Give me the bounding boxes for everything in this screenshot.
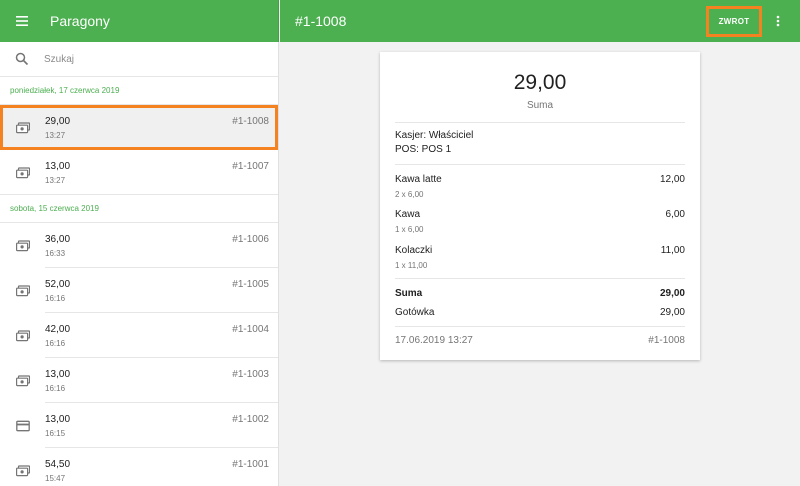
date-header: sobota, 15 czerwca 2019 — [0, 195, 278, 223]
cash-icon — [16, 121, 31, 134]
sum-label: Suma — [395, 288, 423, 299]
receipt-list-item[interactable]: 13,00 13:27 #1-1007 — [0, 150, 278, 195]
receipt-amount: 13,00 — [45, 161, 71, 172]
search-input[interactable] — [44, 53, 244, 65]
receipt-list-item[interactable]: 13,00 16:16 #1-1003 — [0, 358, 278, 403]
receipt-number: #1-1003 — [232, 369, 269, 380]
receipt-amount: 54,50 — [45, 459, 71, 470]
receipt-amount: 29,00 — [45, 116, 71, 127]
cash-icon — [16, 239, 31, 252]
receipt-list-panel: poniedziałek, 17 czerwca 2019 29,00 13:27 #… — [0, 42, 279, 486]
receipt-datetime: 17.06.2019 13:27 — [395, 335, 473, 346]
receipt-total-amount: 29,00 — [513, 71, 567, 94]
search-icon[interactable] — [15, 52, 29, 66]
item-price: 11,00 — [660, 245, 685, 256]
item-qty: 1 x 11,00 — [395, 261, 428, 270]
divider — [395, 326, 685, 327]
item-name: Kawa latte — [395, 174, 442, 185]
receipt-amount: 36,00 — [45, 234, 71, 245]
receipt-time: 16:33 — [45, 249, 66, 258]
receipt-time: 16:16 — [45, 294, 66, 303]
receipt-list-item[interactable]: 52,00 16:16 #1-1005 — [0, 268, 278, 313]
item-name: Kawa — [395, 209, 421, 220]
receipt-number: #1-1006 — [232, 234, 269, 245]
cash-icon — [16, 374, 31, 387]
divider — [395, 122, 685, 123]
receipt-list-item[interactable]: 42,00 16:16 #1-1004 — [0, 313, 278, 358]
divider — [0, 194, 278, 195]
receipt-amount: 42,00 — [45, 324, 71, 335]
receipt-time: 13:27 — [45, 131, 66, 140]
receipt-card: 29,00 Suma Kasjer: Właściciel POS: POS 1… — [380, 52, 700, 360]
receipt-amount: 13,00 — [45, 414, 71, 425]
item-name: Kolaczki — [395, 245, 433, 256]
item-qty: 2 x 6,00 — [395, 190, 424, 199]
divider — [395, 164, 685, 165]
item-qty: 1 x 6,00 — [395, 225, 424, 234]
receipt-time: 16:15 — [45, 429, 66, 438]
receipt-time: 16:16 — [45, 384, 66, 393]
receipt-amount: 52,00 — [45, 279, 71, 290]
app-title: Paragony — [50, 13, 110, 29]
cash-icon — [16, 284, 31, 297]
receipt-list-item[interactable]: 13,00 16:15 #1-1002 — [0, 403, 278, 448]
cash-icon — [16, 329, 31, 342]
receipt-number: #1-1008 — [648, 335, 685, 346]
receipt-number: #1-1008 — [232, 116, 269, 127]
left-app-bar: Paragony — [0, 0, 279, 42]
credit-card-icon — [16, 419, 30, 432]
pos-label: POS: POS 1 — [395, 144, 452, 155]
receipt-number: #1-1001 — [232, 459, 269, 470]
search-bar — [0, 42, 278, 77]
payment-method-label: Gotówka — [395, 307, 435, 318]
date-header: poniedziałek, 17 czerwca 2019 — [0, 77, 278, 105]
receipt-number: #1-1007 — [232, 161, 269, 172]
receipt-time: 15:47 — [45, 474, 66, 483]
receipt-title: #1-1008 — [295, 13, 347, 29]
receipt-list-item[interactable]: 36,00 16:33 #1-1006 — [0, 223, 278, 268]
receipt-amount: 13,00 — [45, 369, 71, 380]
menu-icon[interactable] — [12, 11, 32, 31]
receipt-total-label: Suma — [526, 100, 554, 111]
receipt-time: 16:16 — [45, 339, 66, 348]
right-app-bar: #1-1008 ZWROT — [280, 0, 800, 42]
receipt-list: poniedziałek, 17 czerwca 2019 29,00 13:27 #… — [0, 77, 278, 486]
receipt-number: #1-1002 — [232, 414, 269, 425]
receipt-list-item[interactable]: 54,50 15:47 #1-1001 — [0, 448, 278, 486]
cash-icon — [16, 464, 31, 477]
receipt-list-item[interactable]: 29,00 13:27 #1-1008 — [0, 105, 278, 150]
receipt-number: #1-1005 — [232, 279, 269, 290]
divider — [395, 278, 685, 279]
cashier-label: Kasjer: Właściciel — [395, 130, 474, 141]
item-price: 12,00 — [659, 174, 685, 185]
receipt-number: #1-1004 — [232, 324, 269, 335]
cash-icon — [16, 166, 31, 179]
more-vert-icon[interactable] — [772, 12, 784, 30]
sum-value: 29,00 — [659, 288, 685, 299]
receipt-time: 13:27 — [45, 176, 66, 185]
item-price: 6,00 — [665, 209, 685, 220]
payment-value: 29,00 — [659, 307, 685, 318]
refund-button[interactable]: ZWROT — [706, 6, 762, 37]
